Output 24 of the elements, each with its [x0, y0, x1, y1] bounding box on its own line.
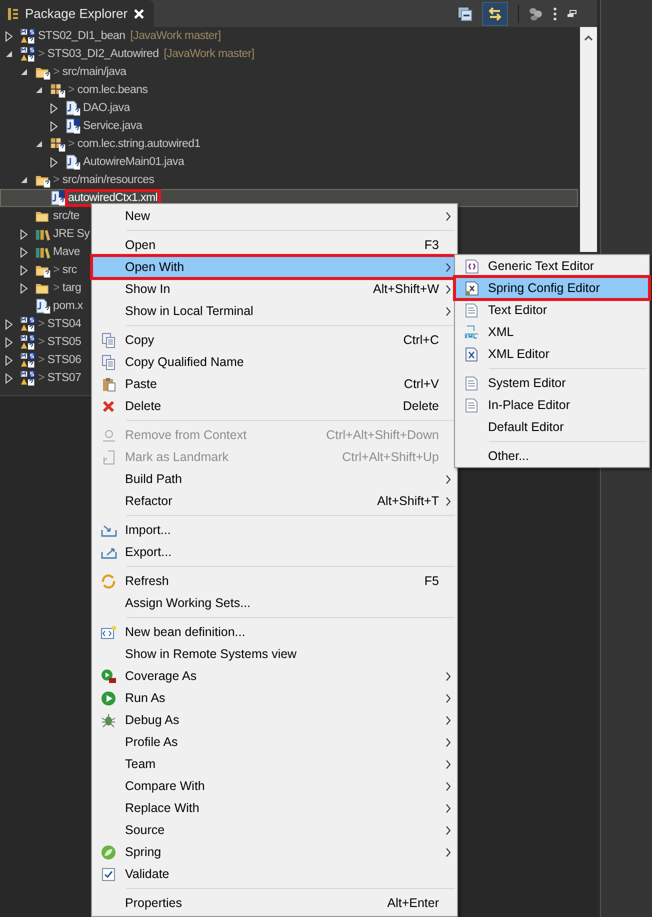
- shortcut-text: Alt+Shift+W: [373, 282, 439, 296]
- change-marker: >: [53, 282, 60, 294]
- shortcut-text: Ctrl+Alt+Shift+Up: [342, 450, 439, 464]
- shortcut-text: Delete: [402, 399, 439, 413]
- change-marker: >: [38, 372, 44, 384]
- change-marker: >: [38, 48, 44, 60]
- change-marker: >: [38, 354, 44, 366]
- change-marker: >: [53, 174, 60, 186]
- shortcut-text: Alt+Shift+T: [377, 494, 439, 508]
- view-tab-title: Package Explorer: [25, 6, 128, 21]
- shortcut-text: Ctrl+C: [403, 333, 439, 347]
- change-marker: >: [68, 84, 74, 96]
- change-marker: >: [68, 138, 74, 150]
- repository-label: [JavaWork master]: [164, 48, 254, 60]
- shortcut-text: Ctrl+Alt+Shift+Down: [326, 428, 439, 442]
- shortcut-text: Alt+Enter: [387, 896, 439, 910]
- repository-label: [JavaWork master]: [130, 30, 221, 42]
- change-marker: >: [53, 66, 60, 78]
- shortcut-text: Ctrl+V: [404, 377, 439, 391]
- shortcut-text: F5: [424, 574, 439, 588]
- change-marker: >: [38, 318, 44, 330]
- change-marker: >: [38, 336, 44, 348]
- change-marker: >: [53, 264, 60, 276]
- shortcut-text: F3: [424, 238, 439, 252]
